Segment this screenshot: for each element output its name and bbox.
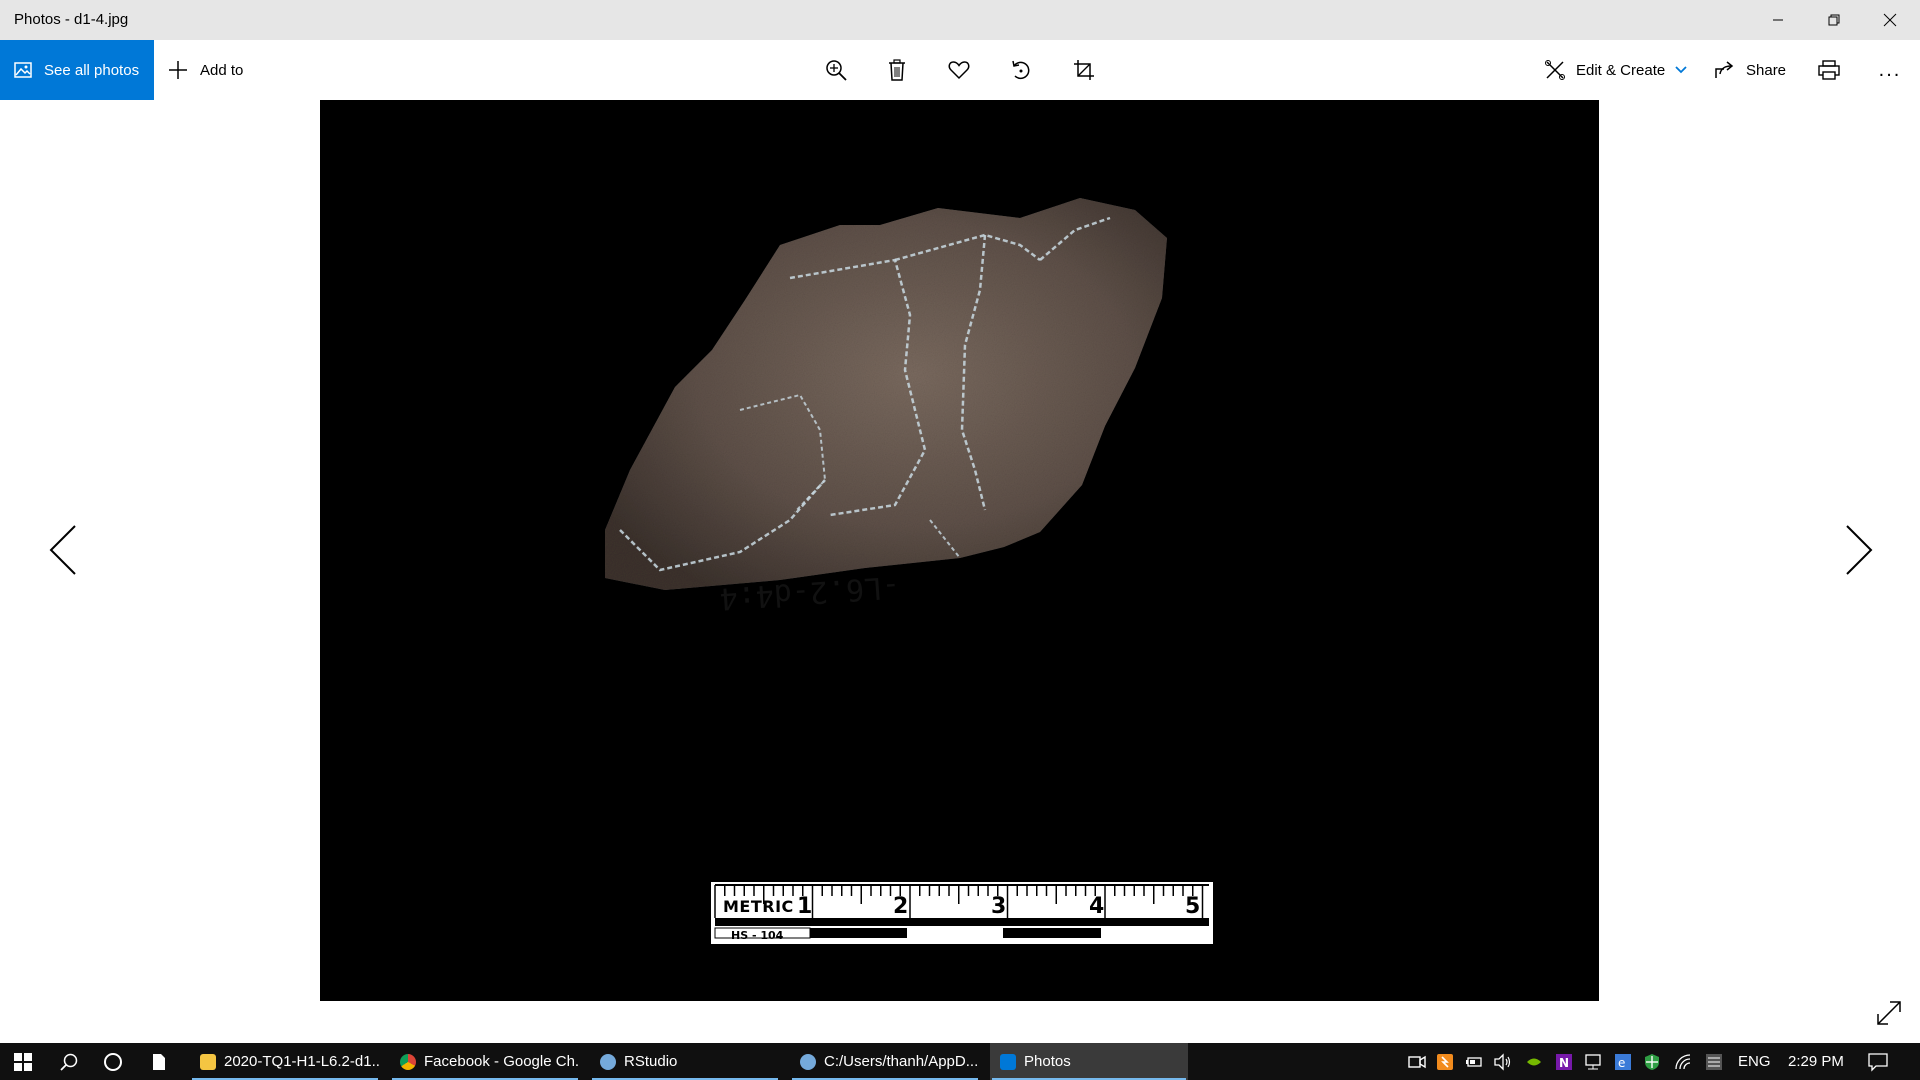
edit-create-button[interactable]: Edit & Create — [1544, 40, 1687, 100]
restore-button[interactable] — [1806, 0, 1862, 40]
taskbar-app-photos[interactable]: Photos — [990, 1043, 1188, 1080]
print-button[interactable] — [1809, 50, 1849, 90]
share-button[interactable]: Share — [1714, 40, 1786, 100]
close-icon — [1883, 13, 1897, 27]
search-button[interactable] — [46, 1043, 92, 1080]
browser-tray-icon[interactable]: e — [1614, 1053, 1632, 1071]
language-indicator[interactable]: ENG — [1738, 1053, 1771, 1070]
stone-artifact-image: -L6.2-d4:4 — [605, 198, 1167, 616]
photos-icon — [14, 62, 32, 78]
ruler-number: 4 — [1089, 894, 1105, 919]
expand-icon — [1877, 1001, 1901, 1025]
windows-icon — [14, 1052, 32, 1071]
edit-create-icon — [1545, 60, 1565, 80]
favorite-button[interactable] — [939, 50, 979, 90]
battery-icon[interactable] — [1465, 1053, 1483, 1071]
rstudio-icon — [600, 1053, 616, 1070]
photo-image: -L6.2-d4:4 — [320, 100, 1599, 1001]
chevron-right-icon — [1846, 525, 1873, 575]
delete-button[interactable] — [877, 50, 917, 90]
onenote-icon[interactable]: N — [1555, 1053, 1573, 1071]
taskbar-app-label: C:/Users/thanh/AppD... — [824, 1053, 979, 1070]
toolbar: See all photos Add to Edit & Create Shar… — [0, 40, 1920, 100]
add-to-button[interactable]: Add to — [168, 40, 243, 100]
share-icon — [1715, 61, 1734, 78]
edit-create-label: Edit & Create — [1576, 61, 1666, 79]
add-to-label: Add to — [200, 61, 244, 79]
share-label: Share — [1746, 61, 1787, 79]
taskbar-app-label: Facebook - Google Ch... — [424, 1053, 580, 1070]
network-drive-icon[interactable] — [1584, 1053, 1602, 1071]
taskbar-app-r-console[interactable]: C:/Users/thanh/AppD... — [790, 1043, 980, 1080]
app-tray-icon[interactable] — [1436, 1053, 1454, 1071]
wifi-icon[interactable] — [1674, 1053, 1692, 1071]
minimize-icon — [1773, 19, 1783, 21]
cortana-icon — [104, 1052, 122, 1071]
scale-ruler: METRIC HS - 104 1 2 3 4 5 — [708, 879, 1216, 947]
delete-icon — [889, 59, 905, 81]
r-console-icon — [800, 1053, 816, 1070]
previous-photo-button[interactable] — [38, 520, 88, 580]
window-title: Photos - d1-4.jpg — [14, 11, 129, 28]
crop-button[interactable] — [1064, 50, 1104, 90]
next-photo-button[interactable] — [1834, 520, 1884, 580]
chevron-down-icon — [1675, 66, 1687, 74]
ruler-metric-label: METRIC — [723, 897, 794, 916]
title-bar: Photos - d1-4.jpg — [0, 0, 1920, 40]
security-shield-icon[interactable] — [1643, 1053, 1661, 1071]
zoom-in-icon — [826, 60, 847, 81]
photos-icon — [1000, 1053, 1016, 1070]
heart-icon — [948, 61, 970, 80]
folder-icon — [200, 1053, 216, 1070]
zoom-button[interactable] — [816, 50, 856, 90]
taskbar-app-rstudio[interactable]: RStudio — [590, 1043, 780, 1080]
print-icon — [1818, 60, 1840, 80]
taskbar-app-chrome[interactable]: Facebook - Google Ch... — [390, 1043, 580, 1080]
taskbar-app-file-explorer[interactable]: 2020-TQ1-H1-L6.2-d1... — [190, 1043, 380, 1080]
photo-viewer: -L6.2-d4:4 METRIC HS - 104 1 2 3 4 5 — [0, 100, 1920, 1043]
action-center-icon[interactable] — [1868, 1052, 1888, 1072]
rotate-button[interactable] — [1001, 50, 1041, 90]
volume-icon[interactable] — [1494, 1053, 1512, 1071]
see-all-photos-label: See all photos — [44, 61, 140, 79]
close-button[interactable] — [1862, 0, 1918, 40]
more-button[interactable]: ... — [1870, 50, 1910, 90]
ruler-number: 5 — [1185, 894, 1201, 919]
see-all-photos-button[interactable]: See all photos — [0, 40, 154, 100]
taskbar: 2020-TQ1-H1-L6.2-d1... Facebook - Google… — [0, 1043, 1920, 1080]
taskbar-app-label: Photos — [1024, 1053, 1071, 1070]
cortana-button[interactable] — [90, 1043, 136, 1080]
taskbar-app-label: 2020-TQ1-H1-L6.2-d1... — [224, 1053, 380, 1070]
clock[interactable]: 2:29 PM — [1788, 1053, 1844, 1070]
chevron-left-icon — [49, 525, 76, 575]
search-icon — [60, 1053, 78, 1071]
notepad-icon — [153, 1053, 165, 1070]
keyboard-icon[interactable] — [1705, 1053, 1723, 1071]
task-view-button[interactable] — [136, 1043, 182, 1080]
restore-icon — [1828, 14, 1840, 26]
ruler-model-label: HS - 104 — [731, 929, 784, 942]
ruler-number: 3 — [991, 894, 1007, 919]
meet-now-icon[interactable] — [1408, 1053, 1426, 1071]
ruler-number: 2 — [893, 894, 909, 919]
taskbar-app-label: RStudio — [624, 1053, 678, 1070]
plus-icon — [169, 61, 187, 79]
svg-text:e: e — [1618, 1056, 1625, 1070]
start-button[interactable] — [0, 1043, 46, 1080]
rotate-icon — [1012, 60, 1030, 80]
minimize-button[interactable] — [1750, 0, 1806, 40]
chrome-icon — [400, 1053, 416, 1070]
svg-text:N: N — [1559, 1056, 1569, 1070]
ruler-number: 1 — [797, 894, 813, 919]
nvidia-icon[interactable] — [1525, 1053, 1543, 1071]
full-screen-button[interactable] — [1874, 998, 1904, 1028]
crop-icon — [1074, 60, 1094, 80]
